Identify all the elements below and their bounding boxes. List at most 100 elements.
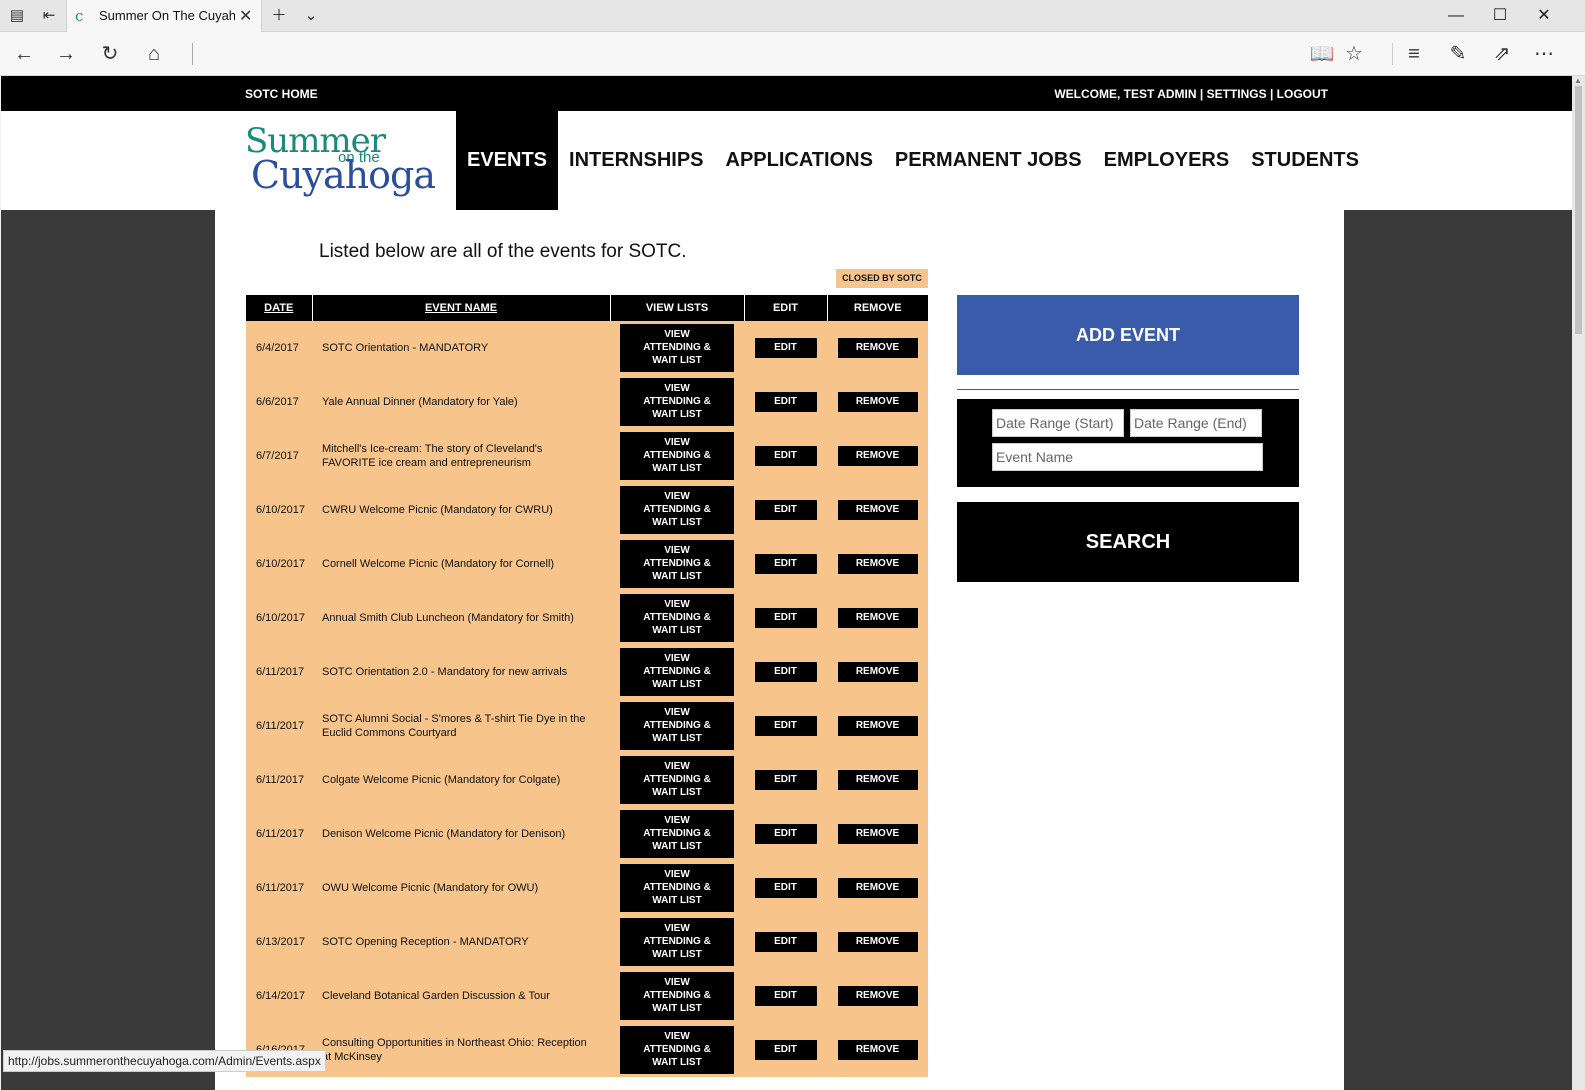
view-label-line: ATTENDING &	[643, 720, 711, 731]
browser-tab[interactable]: ⅽ Summer On The Cuyahoga ✕	[66, 0, 262, 33]
hub-icon[interactable]: ≡	[1400, 42, 1428, 66]
remove-cell: REMOVE	[827, 753, 928, 807]
view-attending-wait-list-button[interactable]: VIEW ATTENDING & WAIT LIST	[620, 702, 734, 750]
remove-button[interactable]: REMOVE	[837, 392, 918, 412]
remove-button[interactable]: REMOVE	[837, 500, 918, 520]
view-attending-wait-list-button[interactable]: VIEW ATTENDING & WAIT LIST	[620, 972, 734, 1020]
remove-button[interactable]: REMOVE	[837, 824, 918, 844]
view-attending-wait-list-button[interactable]: VIEW ATTENDING & WAIT LIST	[620, 864, 734, 912]
tab-preview-chevron-icon[interactable]: ⌄	[300, 6, 322, 26]
edit-cell: EDIT	[744, 645, 827, 699]
logout-link[interactable]: LOGOUT	[1277, 87, 1328, 101]
edit-cell: EDIT	[744, 537, 827, 591]
edit-button[interactable]: EDIT	[754, 932, 817, 952]
view-attending-wait-list-button[interactable]: VIEW ATTENDING & WAIT LIST	[620, 432, 734, 480]
more-icon[interactable]: ⋯	[1530, 42, 1558, 66]
nav-permanent-jobs[interactable]: PERMANENT JOBS	[884, 111, 1093, 210]
refresh-icon[interactable]: ↻	[96, 42, 124, 66]
view-label-line: ATTENDING &	[643, 450, 711, 461]
view-attending-wait-list-button[interactable]: VIEW ATTENDING & WAIT LIST	[620, 594, 734, 642]
new-tab-icon[interactable]: ＋	[268, 6, 290, 26]
scroll-up-arrow-icon[interactable]: ▲	[1574, 76, 1582, 85]
edit-button[interactable]: EDIT	[754, 338, 817, 358]
nav-applications[interactable]: APPLICATIONS	[715, 111, 884, 210]
web-note-pen-icon[interactable]: ✎	[1444, 42, 1472, 66]
view-attending-wait-list-button[interactable]: VIEW ATTENDING & WAIT LIST	[620, 810, 734, 858]
reading-view-icon[interactable]: 📖	[1308, 42, 1336, 66]
logo-line-3: Cuyahoga	[251, 153, 436, 197]
remove-button[interactable]: REMOVE	[837, 1040, 918, 1060]
favorite-star-icon[interactable]: ☆	[1340, 42, 1368, 66]
column-event-name[interactable]: EVENT NAME	[312, 295, 611, 321]
remove-button[interactable]: REMOVE	[837, 986, 918, 1006]
window-close-icon[interactable]: ✕	[1524, 4, 1564, 28]
nav-employers[interactable]: EMPLOYERS	[1093, 111, 1241, 210]
remove-button[interactable]: REMOVE	[837, 770, 918, 790]
tab-close-icon[interactable]: ✕	[239, 6, 252, 26]
remove-button[interactable]: REMOVE	[837, 716, 918, 736]
remove-button[interactable]: REMOVE	[837, 932, 918, 952]
table-row: 6/16/2017Consulting Opportunities in Nor…	[246, 1023, 928, 1077]
minimize-icon[interactable]: —	[1436, 4, 1476, 28]
remove-cell: REMOVE	[827, 537, 928, 591]
search-panel	[957, 399, 1299, 487]
remove-button[interactable]: REMOVE	[837, 338, 918, 358]
remove-cell: REMOVE	[827, 483, 928, 537]
view-attending-wait-list-button[interactable]: VIEW ATTENDING & WAIT LIST	[620, 756, 734, 804]
view-attending-wait-list-button[interactable]: VIEW ATTENDING & WAIT LIST	[620, 648, 734, 696]
edit-button[interactable]: EDIT	[754, 500, 817, 520]
date-range-start-input[interactable]	[992, 409, 1124, 437]
maximize-icon[interactable]: ☐	[1480, 4, 1520, 28]
view-label-line: VIEW	[664, 1031, 690, 1042]
scrollbar-thumb[interactable]	[1575, 86, 1582, 334]
edit-button[interactable]: EDIT	[754, 824, 817, 844]
edit-button[interactable]: EDIT	[754, 716, 817, 736]
settings-link[interactable]: SETTINGS	[1207, 87, 1267, 101]
view-lists-cell: VIEW ATTENDING & WAIT LIST	[610, 807, 744, 861]
edit-button[interactable]: EDIT	[754, 986, 817, 1006]
share-icon[interactable]: ⇗	[1488, 42, 1516, 66]
edit-button[interactable]: EDIT	[754, 878, 817, 898]
remove-button[interactable]: REMOVE	[837, 446, 918, 466]
add-event-button[interactable]: ADD EVENT	[957, 295, 1299, 375]
date-range-end-input[interactable]	[1130, 409, 1262, 437]
table-row: 6/11/2017 Denison Welcome Picnic (Mandato…	[246, 807, 928, 861]
view-attending-wait-list-button[interactable]: VIEW ATTENDING & WAIT LIST	[620, 486, 734, 534]
view-attending-wait-list-button[interactable]: VIEW ATTENDING & WAIT LIST	[620, 540, 734, 588]
view-label-line: WAIT LIST	[652, 895, 702, 906]
view-label-line: ATTENDING &	[643, 396, 711, 407]
remove-button[interactable]: REMOVE	[837, 878, 918, 898]
tab-manager-icon[interactable]: ▤	[6, 6, 28, 26]
site-logo[interactable]: Summer on the Cuyahoga	[245, 121, 436, 201]
home-icon[interactable]: ⌂	[140, 42, 168, 66]
view-attending-wait-list-button[interactable]: VIEW ATTENDING & WAIT LIST	[620, 918, 734, 966]
page-scrollbar[interactable]: ▲	[1572, 76, 1585, 1090]
back-arrow-icon[interactable]: ←	[10, 42, 38, 66]
view-attending-wait-list-button[interactable]: VIEW ATTENDING & WAIT LIST	[620, 324, 734, 372]
view-attending-wait-list-button[interactable]: VIEW ATTENDING & WAIT LIST	[620, 378, 734, 426]
nav-internships[interactable]: INTERNSHIPS	[558, 111, 714, 210]
nav-students[interactable]: STUDENTS	[1240, 111, 1370, 210]
remove-button[interactable]: REMOVE	[837, 608, 918, 628]
set-tabs-aside-icon[interactable]: ⇤	[38, 6, 60, 26]
forward-arrow-icon[interactable]: →	[52, 42, 80, 66]
edit-button[interactable]: EDIT	[754, 770, 817, 790]
edit-button[interactable]: EDIT	[754, 662, 817, 682]
view-attending-wait-list-button[interactable]: VIEW ATTENDING & WAIT LIST	[620, 1026, 734, 1074]
column-date[interactable]: DATE	[246, 295, 313, 321]
view-label-line: WAIT LIST	[652, 409, 702, 420]
edit-button[interactable]: EDIT	[754, 554, 817, 574]
edit-button[interactable]: EDIT	[754, 1040, 817, 1060]
remove-button[interactable]: REMOVE	[837, 554, 918, 574]
sotc-home-link[interactable]: SOTC HOME	[245, 87, 318, 101]
remove-cell: REMOVE	[827, 807, 928, 861]
view-label-line: VIEW	[664, 923, 690, 934]
edit-button[interactable]: EDIT	[754, 446, 817, 466]
edit-button[interactable]: EDIT	[754, 608, 817, 628]
search-button[interactable]: SEARCH	[957, 502, 1299, 582]
edit-button[interactable]: EDIT	[754, 392, 817, 412]
remove-button[interactable]: REMOVE	[837, 662, 918, 682]
link-separator: |	[1199, 87, 1204, 101]
nav-events[interactable]: EVENTS	[456, 111, 559, 210]
event-name-input[interactable]	[992, 443, 1263, 471]
